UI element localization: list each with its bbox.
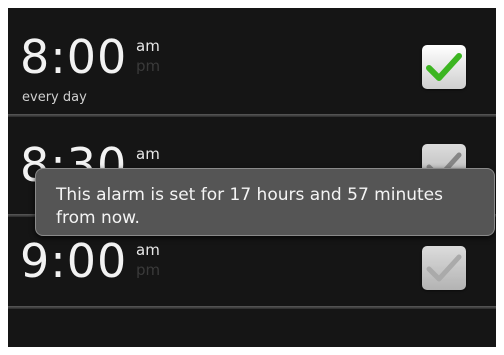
row-divider [8, 306, 496, 309]
pm-label: pm [136, 57, 161, 75]
alarm-enabled-checkbox[interactable] [422, 45, 466, 89]
alarm-time: 8:00 [20, 30, 128, 84]
am-label: am [136, 145, 160, 163]
alarm-row-1[interactable]: 8:00 am pm every day [8, 8, 496, 114]
pm-label: pm [136, 261, 161, 279]
alarm-list-screen: 8:00 am pm every day 8:30 am pm 9:00 am … [8, 8, 496, 347]
am-label: am [136, 241, 160, 259]
checkmark-icon [426, 254, 462, 282]
alarm-set-toast: This alarm is set for 17 hours and 57 mi… [35, 168, 495, 236]
alarm-enabled-checkbox[interactable] [422, 246, 466, 290]
alarm-time: 9:00 [20, 234, 128, 288]
alarm-repeat-label: every day [22, 90, 87, 105]
checkmark-icon [426, 53, 462, 81]
am-label: am [136, 37, 160, 55]
